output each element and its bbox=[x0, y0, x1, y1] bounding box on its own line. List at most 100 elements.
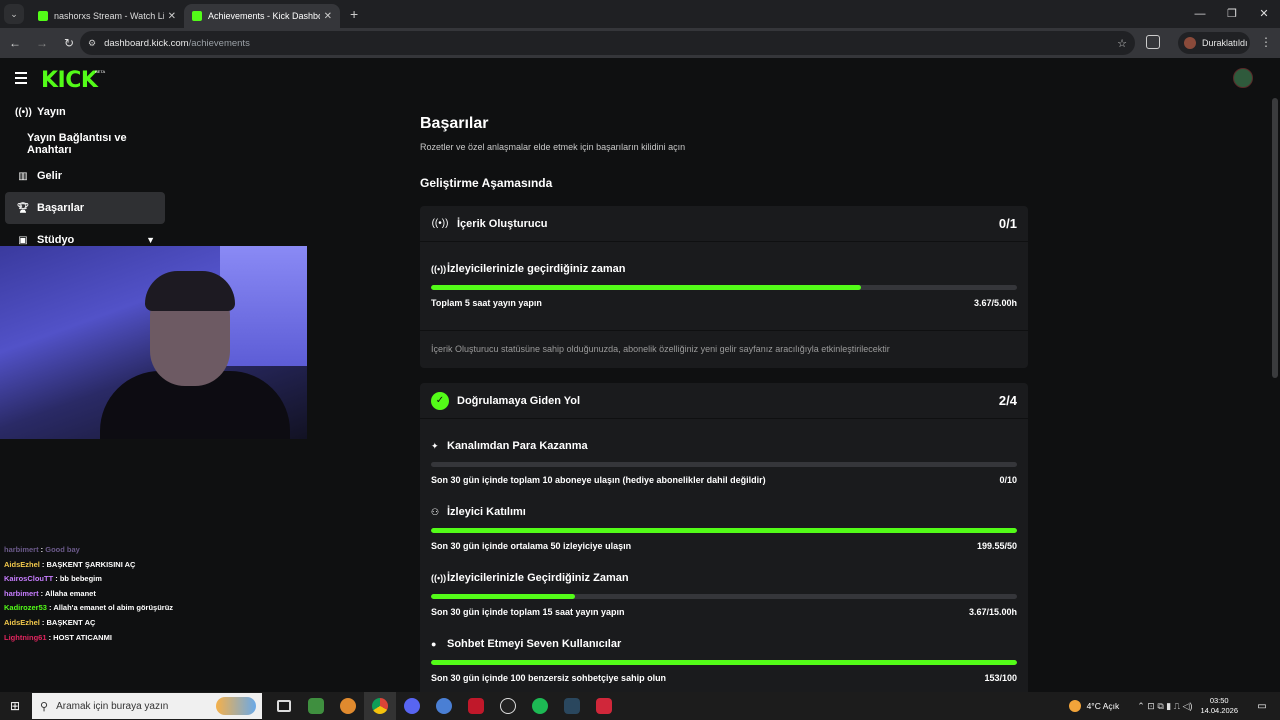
task-title: İzleyici Katılımı bbox=[447, 506, 526, 518]
chat-username[interactable]: harbimert bbox=[4, 545, 39, 554]
chat-username[interactable]: Lightning61 bbox=[4, 633, 47, 642]
minimize-icon[interactable]: — bbox=[1184, 0, 1216, 28]
url-host: dashboard.kick.com bbox=[104, 37, 189, 49]
chat-username[interactable]: Kadirozer53 bbox=[4, 603, 47, 612]
page-subtitle: Rozetler ve özel anlaşmalar elde etmek i… bbox=[420, 142, 686, 152]
spotify-icon[interactable] bbox=[524, 692, 556, 720]
progress-bar bbox=[431, 285, 1017, 290]
achievement-task: ((•)) İzleyicilerinizle geçirdiğiniz zam… bbox=[420, 258, 1028, 308]
sidebar-item-label: Başarılar bbox=[37, 202, 85, 214]
tab-search-button[interactable]: ⌄ bbox=[4, 4, 24, 24]
tab-title: Achievements - Kick Dashboard bbox=[208, 11, 320, 21]
progress-bar bbox=[431, 660, 1017, 665]
verified-badge-icon: ✓ bbox=[431, 391, 449, 410]
browser-app-icon[interactable] bbox=[332, 692, 364, 720]
bookmark-star-icon[interactable]: ☆ bbox=[1117, 37, 1127, 50]
taskbar-clock[interactable]: 03:50 14.04.2026 bbox=[1200, 696, 1238, 716]
task-value: 0/10 bbox=[999, 475, 1017, 485]
chat-username[interactable]: KairosClouTT bbox=[4, 574, 53, 583]
chat-message: AidsEzhel : BAŞKENT ŞARKISINI AÇ bbox=[4, 559, 136, 569]
chat-message: harbimert : Good bay bbox=[4, 545, 80, 554]
progress-bar bbox=[431, 528, 1017, 533]
task-title: Kanalımdan Para Kazanma bbox=[447, 440, 588, 452]
chat-text: Allaha emanet bbox=[44, 588, 96, 598]
chevron-down-icon: ⌄ bbox=[10, 8, 18, 19]
window-controls: — ❐ ✕ bbox=[1184, 0, 1280, 28]
site-info-icon[interactable]: ⚙ bbox=[88, 38, 96, 49]
game-app-icon[interactable] bbox=[588, 692, 620, 720]
sparkle-icon: ✦ bbox=[431, 440, 439, 451]
browser-menu-icon[interactable]: ⋮ bbox=[1260, 35, 1272, 49]
windows-start-icon[interactable]: ⊞ bbox=[0, 699, 30, 713]
obs-icon[interactable] bbox=[492, 692, 524, 720]
browser-tab-stream[interactable]: nashorxs Stream - Watch Live o ✕ bbox=[30, 4, 184, 28]
chrome-icon[interactable] bbox=[364, 692, 396, 720]
media-app-icon[interactable] bbox=[460, 692, 492, 720]
card-title: İçerik Oluşturucu bbox=[457, 217, 548, 230]
chat-text: BAŞKENT AÇ bbox=[46, 617, 96, 627]
close-window-icon[interactable]: ✕ bbox=[1248, 0, 1280, 28]
back-icon[interactable]: ← bbox=[3, 36, 27, 50]
sidebar-item-basarilar[interactable]: 🏆︎ Başarılar bbox=[5, 192, 165, 224]
task-value: 3.67/15.00h bbox=[968, 607, 1017, 617]
address-bar[interactable]: ⚙ dashboard.kick.com/achievements ☆ bbox=[80, 31, 1135, 55]
chat-text: BAŞKENT ŞARKISINI AÇ bbox=[46, 559, 136, 569]
profile-status: Duraklatıldı bbox=[1202, 38, 1248, 48]
weather-widget[interactable]: 4°C Açık bbox=[1068, 700, 1119, 712]
task-value: 3.67/5.00h bbox=[973, 298, 1017, 308]
notification-icon[interactable]: ▭ bbox=[1250, 701, 1274, 712]
user-avatar[interactable] bbox=[1233, 68, 1253, 88]
extensions-icon[interactable] bbox=[1146, 35, 1160, 49]
system-tray: 4°C Açık ⌃ ⊡ ⧉ ▮ ⎍ ◁) 03:50 14.04.2026 ▭ bbox=[1068, 692, 1280, 720]
beta-badge: BETA bbox=[95, 69, 106, 74]
sidebar-item-label: Stüdyo bbox=[37, 234, 75, 246]
broadcast-icon: ((•)) bbox=[431, 218, 449, 229]
broadcast-icon: ((•)) bbox=[431, 573, 447, 583]
sidebar-item-yayin[interactable]: ((•)) Yayın bbox=[0, 96, 170, 128]
page-scrollbar[interactable] bbox=[1272, 98, 1278, 378]
card-header: ✓ Doğrulamaya Giden Yol 2/4 bbox=[420, 383, 1028, 419]
taskbar-apps bbox=[268, 692, 620, 720]
profile-avatar bbox=[1184, 37, 1196, 49]
chat-username[interactable]: AidsEzhel bbox=[4, 560, 40, 569]
search-highlight-icon bbox=[216, 697, 256, 715]
chat-message: harbimert : Allaha emanet bbox=[4, 588, 96, 598]
progress-fill bbox=[431, 594, 575, 599]
reload-icon[interactable]: ↻ bbox=[57, 36, 81, 50]
achievement-task: ✦ Kanalımdan Para Kazanma Son 30 gün içi… bbox=[420, 435, 1028, 485]
forward-icon[interactable]: → bbox=[30, 36, 54, 50]
card-progress: 0/1 bbox=[998, 216, 1017, 231]
task-requirement: Toplam 5 saat yayın yapın bbox=[431, 298, 542, 308]
kick-logo[interactable]: KICK bbox=[41, 68, 98, 93]
search-placeholder: Aramak için buraya yazın bbox=[56, 700, 169, 712]
profile-button[interactable]: Duraklatıldı bbox=[1178, 32, 1250, 54]
kick-dashboard-page: KICK BETA ((•)) Yayın Yayın Bağlantısı v… bbox=[0, 58, 1280, 692]
progress-bar bbox=[431, 462, 1017, 467]
browser-tab-achievements[interactable]: Achievements - Kick Dashboard ✕ bbox=[184, 4, 340, 28]
chat-username[interactable]: harbimert bbox=[4, 589, 39, 598]
achievement-card-content-creator: ((•)) İçerik Oluşturucu 0/1 ((•)) İzleyi… bbox=[420, 206, 1028, 368]
sidebar-item-stream-key[interactable]: Yayın Bağlantısı ve Anahtarı bbox=[0, 128, 170, 160]
close-tab-icon[interactable]: ✕ bbox=[168, 11, 176, 22]
task-value: 153/100 bbox=[984, 673, 1017, 683]
restore-icon[interactable]: ❐ bbox=[1216, 0, 1248, 28]
settings-app-icon[interactable] bbox=[428, 692, 460, 720]
hamburger-menu-icon[interactable] bbox=[15, 72, 27, 87]
file-app-icon[interactable] bbox=[300, 692, 332, 720]
achievement-task: ● Sohbet Etmeyi Seven Kullanıcılar Son 3… bbox=[420, 633, 1028, 683]
tray-icons[interactable]: ⌃ ⊡ ⧉ ▮ ⎍ ◁) bbox=[1137, 701, 1192, 712]
achievement-task: ((•)) İzleyicilerinizle Geçirdiğiniz Zam… bbox=[420, 567, 1028, 617]
chat-text: HOST ATICANMI bbox=[53, 632, 112, 642]
kick-favicon-icon bbox=[192, 11, 202, 21]
steam-icon[interactable] bbox=[556, 692, 588, 720]
task-view-icon[interactable] bbox=[268, 692, 300, 720]
studio-icon: ▣ bbox=[18, 234, 28, 246]
chat-overlay: harbimert : Good bay AidsEzhel : BAŞKENT … bbox=[4, 543, 304, 645]
sidebar-item-gelir[interactable]: ▥ Gelir bbox=[0, 160, 170, 192]
close-tab-icon[interactable]: ✕ bbox=[324, 11, 332, 22]
chat-username[interactable]: AidsEzhel bbox=[4, 618, 40, 627]
card-progress: 2/4 bbox=[998, 393, 1017, 408]
discord-icon[interactable] bbox=[396, 692, 428, 720]
taskbar-search[interactable]: ⚲ Aramak için buraya yazın bbox=[32, 693, 262, 719]
new-tab-button[interactable]: + bbox=[350, 6, 358, 22]
